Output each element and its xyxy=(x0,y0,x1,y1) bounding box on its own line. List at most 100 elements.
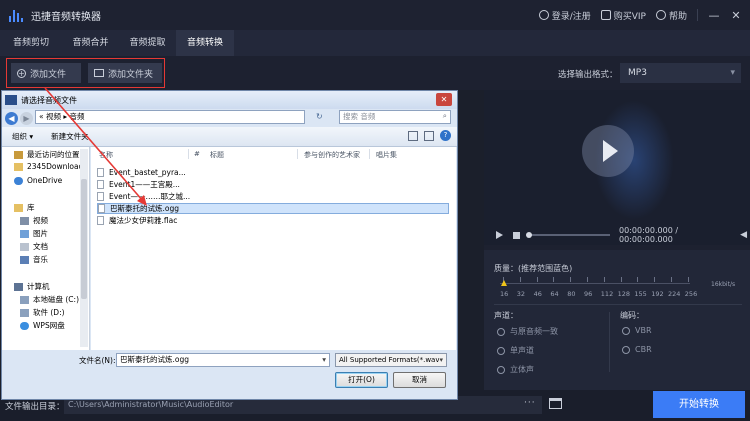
login-button[interactable]: 登录/注册 xyxy=(538,9,591,22)
quality-thumb[interactable] xyxy=(501,280,507,286)
file-name: Event_bastet_pyra... xyxy=(109,168,186,177)
quality-tick xyxy=(536,277,538,282)
nav-item-onedrive[interactable]: OneDrive xyxy=(14,176,62,185)
filename-input[interactable]: 巴斯泰托的试炼.ogg xyxy=(116,353,330,367)
file-icon xyxy=(98,204,105,213)
nav-scrollbar[interactable] xyxy=(80,149,88,347)
stop-icon[interactable] xyxy=(513,231,520,239)
refresh-icon[interactable]: ↻ xyxy=(316,112,323,121)
channel-option-original[interactable]: 与原音频一致 xyxy=(497,326,558,337)
progress-track[interactable] xyxy=(525,232,611,238)
channel-option-mono[interactable]: 单声道 xyxy=(497,345,534,356)
nav-item-computer[interactable]: 计算机 xyxy=(14,281,50,292)
user-icon xyxy=(538,10,549,20)
quality-tick xyxy=(637,277,639,282)
help-icon[interactable]: ? xyxy=(440,130,451,141)
nav-item-videos[interactable]: 视频 xyxy=(20,215,48,226)
quality-value-label: 80 xyxy=(567,290,576,298)
file-row[interactable]: 魔法少女伊莉雅.flac xyxy=(97,215,449,226)
column-header-title[interactable]: 标题 xyxy=(210,150,224,160)
address-row: ◀ ▶ « 视频 ▸ 音频 ↻ 搜索 音频 xyxy=(2,109,457,127)
address-bar[interactable]: « 视频 ▸ 音频 xyxy=(35,110,305,124)
title-bar: 迅捷音频转换器 登录/注册 购买VIP 帮助 — ✕ xyxy=(0,0,750,30)
new-folder-button[interactable]: 新建文件夹 xyxy=(51,131,89,142)
close-button[interactable]: ✕ xyxy=(730,9,742,22)
view-icon[interactable] xyxy=(408,130,418,141)
quality-tick xyxy=(570,277,572,282)
nav-item-wps[interactable]: WPS网盘 xyxy=(20,320,65,331)
divider xyxy=(297,149,298,159)
forward-icon[interactable]: ▶ xyxy=(20,111,33,125)
open-button[interactable]: 打开(O) xyxy=(335,372,388,388)
file-row[interactable]: Event——……耶之城... xyxy=(97,191,449,202)
tab-audio-cut[interactable]: 音频剪切 xyxy=(0,30,62,56)
encoding-option-cbr[interactable]: CBR xyxy=(622,345,652,354)
column-header-album[interactable]: 唱片集 xyxy=(376,150,397,160)
quality-slider[interactable] xyxy=(500,283,690,284)
nav-item-pictures[interactable]: 图片 xyxy=(20,228,48,239)
picture-icon xyxy=(20,229,29,238)
dialog-close-button[interactable]: ✕ xyxy=(436,93,452,106)
open-folder-icon[interactable] xyxy=(549,398,562,409)
nav-item-drive-d[interactable]: 软件 (D:) xyxy=(20,307,65,318)
file-icon xyxy=(97,216,104,225)
nav-item-music[interactable]: 音乐 xyxy=(20,254,48,265)
dialog-title-bar: 请选择音频文件 ✕ xyxy=(2,91,457,109)
nav-item-downloads[interactable]: 2345Downloads xyxy=(14,162,87,171)
quality-tick xyxy=(587,277,588,282)
audio-preview xyxy=(484,90,750,245)
divider xyxy=(188,149,189,159)
quality-value-label: 16 xyxy=(500,290,509,298)
filetype-select[interactable]: All Supported Formats(*.wav xyxy=(335,353,447,367)
back-icon[interactable]: ◀ xyxy=(5,111,18,125)
nav-item-drive-c[interactable]: 本地磁盘 (C:) xyxy=(20,294,79,305)
search-input[interactable]: 搜索 音频 xyxy=(339,110,451,124)
encoding-option-label: CBR xyxy=(635,345,652,354)
tab-audio-extract[interactable]: 音频提取 xyxy=(119,30,176,56)
channel-option-stereo[interactable]: 立体声 xyxy=(497,364,534,375)
quality-tick xyxy=(620,277,622,282)
quality-value-label: 32 xyxy=(516,290,526,298)
open-file-dialog: 请选择音频文件 ✕ ◀ ▶ « 视频 ▸ 音频 ↻ 搜索 音频 组织 ▾ 新建文… xyxy=(1,90,458,400)
vip-button[interactable]: 购买VIP xyxy=(600,9,646,22)
quality-label: 质量：(推荐范围蓝色) xyxy=(494,264,573,273)
nav-item-recent[interactable]: 最近访问的位置 xyxy=(14,149,80,160)
nav-item-label: WPS网盘 xyxy=(33,321,65,330)
cloud-icon xyxy=(20,321,29,330)
column-header-name[interactable]: 名称 xyxy=(99,150,113,160)
nav-item-documents[interactable]: 文档 xyxy=(20,241,48,252)
nav-item-label: 音乐 xyxy=(33,255,48,264)
organize-button[interactable]: 组织 ▾ xyxy=(12,131,33,142)
nav-item-library[interactable]: 库 xyxy=(14,202,35,213)
format-select[interactable]: MP3 xyxy=(620,63,741,83)
file-row[interactable]: Event1——王宫殿... xyxy=(97,179,449,190)
help-button[interactable]: 帮助 xyxy=(655,9,687,22)
volume-icon[interactable]: ◀ xyxy=(740,231,750,240)
tab-audio-merge[interactable]: 音频合并 xyxy=(62,30,119,56)
divider xyxy=(697,9,698,21)
start-convert-button[interactable]: 开始转换 xyxy=(653,391,745,418)
quality-value-label: 96 xyxy=(584,290,593,298)
cloud-icon xyxy=(14,176,23,185)
dialog-title: 请选择音频文件 xyxy=(21,95,77,105)
play-icon[interactable] xyxy=(496,231,503,239)
nav-item-label: 2345Downloads xyxy=(27,162,88,171)
column-header-artist[interactable]: 参与创作的艺术家 xyxy=(304,150,360,160)
help-icon xyxy=(655,10,666,20)
cancel-button[interactable]: 取消 xyxy=(393,372,446,388)
app-icon xyxy=(5,95,17,105)
browse-button[interactable]: ··· xyxy=(524,398,536,408)
command-bar: 组织 ▾ 新建文件夹 ? xyxy=(2,127,457,147)
video-icon xyxy=(20,216,29,225)
encoding-option-vbr[interactable]: VBR xyxy=(622,326,652,335)
minimize-button[interactable]: — xyxy=(708,9,720,22)
tab-audio-convert[interactable]: 音频转换 xyxy=(176,30,234,56)
cart-icon xyxy=(600,10,611,20)
file-row[interactable]: Event_bastet_pyra... xyxy=(97,167,449,178)
nav-item-label: 本地磁盘 (C:) xyxy=(33,295,79,304)
column-header-number[interactable]: # xyxy=(194,150,200,158)
drive-icon xyxy=(20,295,29,304)
preview-pane-icon[interactable] xyxy=(424,130,434,141)
file-row-selected[interactable]: 巴斯泰托的试炼.ogg xyxy=(97,203,449,214)
quality-value-label: 224 xyxy=(668,290,681,298)
